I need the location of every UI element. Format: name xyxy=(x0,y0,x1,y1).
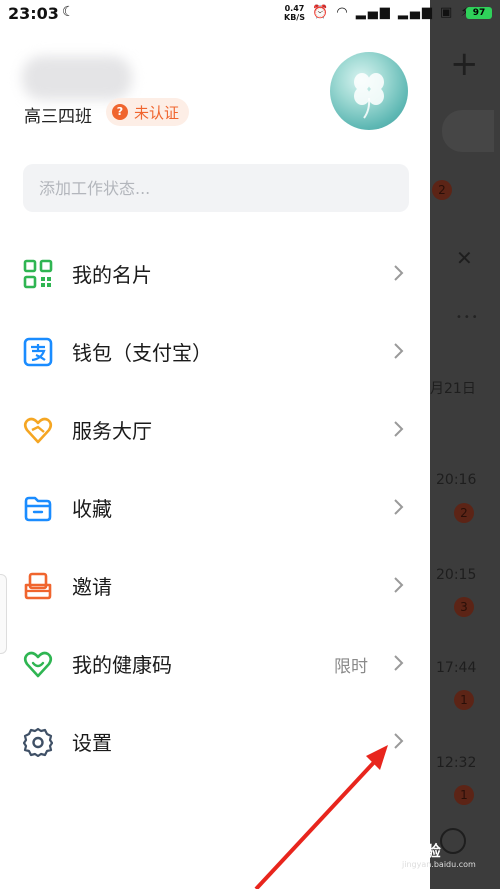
health-heart-icon xyxy=(23,651,53,678)
status-bar: 23:03 ☾ 0.47 KB/S ⏰ ◠ ▂▄▆ ▂▄▆ ▣ ⚡ 97 xyxy=(0,0,500,30)
gear-icon xyxy=(23,727,53,757)
menu-item-health-code[interactable]: 我的健康码 限时 xyxy=(0,625,430,703)
menu-item-label: 我的健康码 xyxy=(72,653,172,677)
clock: 23:03 xyxy=(8,4,59,23)
menu-item-service-hall[interactable]: 服务大厅 xyxy=(0,391,430,469)
compass-icon[interactable] xyxy=(440,828,466,854)
baidu-watermark: Bai经验 jingyan.baidu.com xyxy=(384,842,476,869)
menu-item-label: 钱包（支付宝） xyxy=(72,341,212,365)
side-drawer: 高三四班 ? 未认证 添加工作状态... 我的名片 钱包（支付宝） 服务大厅 收… xyxy=(0,0,430,889)
menu-item-settings[interactable]: 设置 xyxy=(0,703,430,781)
unread-badge: 3 xyxy=(454,597,474,617)
work-status-input[interactable] xyxy=(23,164,409,212)
folder-icon xyxy=(24,496,52,522)
moon-icon: ☾ xyxy=(62,4,75,20)
background-time: 12:32 xyxy=(436,755,477,771)
menu-item-label: 服务大厅 xyxy=(72,419,152,443)
background-time: 20:15 xyxy=(436,567,477,583)
alipay-icon xyxy=(23,337,53,367)
chevron-right-icon xyxy=(394,265,404,281)
more-dots-icon: ••• xyxy=(456,312,480,323)
invite-icon xyxy=(24,572,52,600)
clover-icon xyxy=(354,73,384,119)
background-date: 月21日 xyxy=(430,381,476,397)
menu-item-business-card[interactable]: 我的名片 xyxy=(0,235,430,313)
background-search-bar xyxy=(442,110,494,152)
menu-item-label: 收藏 xyxy=(72,497,112,521)
unread-badge: 1 xyxy=(454,785,474,805)
menu-item-label: 邀请 xyxy=(72,575,112,599)
auth-status-badge[interactable]: ? 未认证 xyxy=(106,98,190,126)
chevron-right-icon xyxy=(394,421,404,437)
unread-badge: 2 xyxy=(454,503,474,523)
avatar[interactable] xyxy=(330,52,408,130)
signal-icons: ⏰ ◠ ▂▄▆ ▂▄▆ ▣ ⚡ xyxy=(312,5,472,20)
chevron-right-icon xyxy=(394,655,404,671)
unread-badge: 2 xyxy=(432,180,452,200)
chevron-right-icon xyxy=(394,499,404,515)
heart-hands-icon xyxy=(23,417,53,444)
class-name: 高三四班 xyxy=(24,107,92,127)
menu-item-wallet[interactable]: 钱包（支付宝） xyxy=(0,313,430,391)
chevron-right-icon xyxy=(394,577,404,593)
question-icon: ? xyxy=(112,104,128,120)
battery-icon: 97 xyxy=(466,7,492,19)
chevron-right-icon xyxy=(394,733,404,749)
network-speed: 0.47 KB/S xyxy=(284,4,305,22)
limited-time-tag: 限时 xyxy=(334,657,368,677)
menu-item-favorites[interactable]: 收藏 xyxy=(0,469,430,547)
background-time: 20:16 xyxy=(436,472,477,488)
menu-item-label: 设置 xyxy=(72,731,112,755)
background-time: 17:44 xyxy=(436,660,477,676)
background-app: + 2 ✕ ••• 月21日 20:16 2 20:15 3 17:44 1 1… xyxy=(430,0,500,889)
plus-icon[interactable]: + xyxy=(450,44,479,84)
close-icon: ✕ xyxy=(456,246,473,270)
qr-code-icon xyxy=(23,259,53,289)
auth-status-label: 未认证 xyxy=(134,103,180,122)
unread-badge: 1 xyxy=(454,690,474,710)
drawer-edge-handle[interactable] xyxy=(0,574,7,654)
drawer-menu: 我的名片 钱包（支付宝） 服务大厅 收藏 邀请 我的健康码 限时 设置 xyxy=(0,235,430,781)
menu-item-label: 我的名片 xyxy=(72,263,152,287)
chevron-right-icon xyxy=(394,343,404,359)
menu-item-invite[interactable]: 邀请 xyxy=(0,547,430,625)
blurred-user-name xyxy=(22,56,132,100)
